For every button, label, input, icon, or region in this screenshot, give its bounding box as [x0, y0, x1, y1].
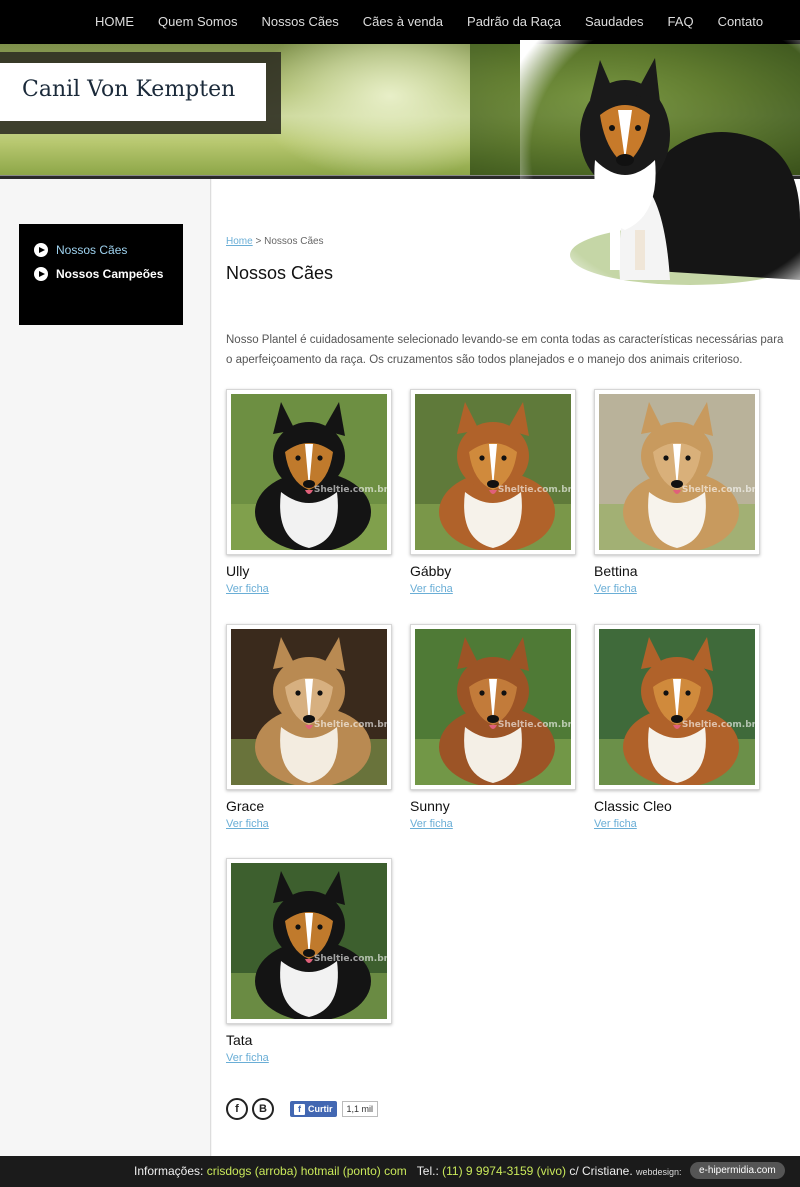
dog-card: Sheltie.com.br Sunny Ver ficha [410, 624, 576, 830]
dog-card: Sheltie.com.br Ully Ver ficha [226, 389, 392, 595]
page-title: Nossos Cães [226, 263, 334, 283]
footer-email: crisdogs (arroba) hotmail (ponto) com [206, 1164, 407, 1178]
ver-ficha-link[interactable]: Ver ficha [226, 583, 392, 595]
footer-info-label: Informações: [134, 1164, 207, 1178]
breadcrumb-current: Nossos Cães [264, 236, 324, 247]
footer-phone: (11) 9 9974-3159 (vivo) [442, 1164, 566, 1178]
svg-text:Sheltie.com.br: Sheltie.com.br [682, 720, 755, 730]
ver-ficha-link[interactable]: Ver ficha [594, 818, 760, 830]
sidebar [0, 179, 211, 1156]
dog-name: Classic Cleo [594, 798, 672, 814]
svg-text:Sheltie.com.br: Sheltie.com.br [498, 720, 571, 730]
ver-ficha-link[interactable]: Ver ficha [226, 818, 392, 830]
dog-photo[interactable]: Sheltie.com.br [410, 389, 576, 555]
dog-name: Tata [226, 1032, 253, 1048]
ver-ficha-link[interactable]: Ver ficha [594, 583, 760, 595]
dog-card: Sheltie.com.br Classic Cleo Ver ficha [594, 624, 760, 830]
svg-text:Sheltie.com.br: Sheltie.com.br [314, 954, 387, 964]
nav-item-contato[interactable]: Contato [706, 0, 776, 44]
nav-menu: HOME Quem Somos Nossos Cães Cães à venda Pad… [83, 0, 775, 44]
footer-tel-label: Tel.: [416, 1164, 443, 1178]
dog-name: Sunny [410, 798, 450, 814]
play-circle-icon [34, 267, 48, 281]
dog-name: Gábby [410, 563, 452, 579]
dog-name: Bettina [594, 563, 638, 579]
dog-name: Grace [226, 798, 265, 814]
facebook-like-button[interactable]: f Curtir [290, 1101, 337, 1117]
dog-card: Sheltie.com.br Tata Ver ficha [226, 858, 392, 1064]
dog-name: Ully [226, 563, 250, 579]
sidebar-item-label: Nossos Cães [56, 243, 128, 257]
hero-dog-image [520, 40, 800, 290]
svg-text:Sheltie.com.br: Sheltie.com.br [682, 485, 755, 495]
svg-text:Sheltie.com.br: Sheltie.com.br [314, 485, 387, 495]
webdesign-link[interactable]: e-hipermidia.com [690, 1162, 785, 1179]
sidebar-item-label: Nossos Campeões [56, 267, 164, 281]
ver-ficha-link[interactable]: Ver ficha [410, 583, 576, 595]
side-menu: Nossos Cães Nossos Campeões [19, 224, 183, 325]
nav-item-home[interactable]: HOME [83, 0, 146, 44]
dog-card: Sheltie.com.br Bettina Ver ficha [594, 389, 760, 595]
play-circle-icon [34, 243, 48, 257]
breadcrumb: Home > Nossos Cães [226, 236, 324, 247]
footer-info: Informações: crisdogs (arroba) hotmail (… [134, 1164, 633, 1178]
nav-item-nossos-caes[interactable]: Nossos Cães [249, 0, 350, 44]
nav-item-saudades[interactable]: Saudades [573, 0, 656, 44]
dog-photo[interactable]: Sheltie.com.br [226, 624, 392, 790]
nav-item-padrao-da-raca[interactable]: Padrão da Raça [455, 0, 573, 44]
top-navigation: HOME Quem Somos Nossos Cães Cães à venda Pad… [0, 0, 800, 44]
breadcrumb-separator: > [252, 236, 265, 247]
dog-photo[interactable]: Sheltie.com.br [410, 624, 576, 790]
breadcrumb-home-link[interactable]: Home [226, 236, 253, 247]
dog-card: Sheltie.com.br Gábby Ver ficha [410, 389, 576, 595]
like-label: Curtir [308, 1104, 333, 1114]
ver-ficha-link[interactable]: Ver ficha [226, 1052, 392, 1064]
nav-item-faq[interactable]: FAQ [656, 0, 706, 44]
webdesign-label: webdesign: [636, 1167, 682, 1177]
ver-ficha-link[interactable]: Ver ficha [410, 818, 576, 830]
dog-photo[interactable]: Sheltie.com.br [226, 389, 392, 555]
blogger-icon[interactable]: B [252, 1098, 274, 1120]
svg-text:Sheltie.com.br: Sheltie.com.br [314, 720, 387, 730]
footer: Informações: crisdogs (arroba) hotmail (… [0, 1156, 800, 1187]
sidebar-item-1[interactable]: Nossos Campeões [19, 262, 183, 286]
social-bar: f B f Curtir 1,1 mil [226, 1098, 379, 1120]
site-title[interactable]: Canil Von Kempten [22, 77, 235, 102]
footer-tel-suffix: c/ Cristiane. [565, 1164, 633, 1178]
nav-item-caes-a-venda[interactable]: Cães à venda [351, 0, 455, 44]
dog-card: Sheltie.com.br Grace Ver ficha [226, 624, 392, 830]
dog-photo[interactable]: Sheltie.com.br [594, 624, 760, 790]
intro-text: Nosso Plantel é cuidadosamente seleciona… [226, 334, 784, 366]
like-count: 1,1 mil [341, 1101, 379, 1117]
facebook-logo-icon: f [294, 1103, 305, 1115]
dog-photo[interactable]: Sheltie.com.br [594, 389, 760, 555]
nav-item-quem-somos[interactable]: Quem Somos [146, 0, 249, 44]
facebook-icon[interactable]: f [226, 1098, 248, 1120]
dog-photo[interactable]: Sheltie.com.br [226, 858, 392, 1024]
svg-text:Sheltie.com.br: Sheltie.com.br [498, 485, 571, 495]
sidebar-item-0[interactable]: Nossos Cães [19, 238, 183, 262]
